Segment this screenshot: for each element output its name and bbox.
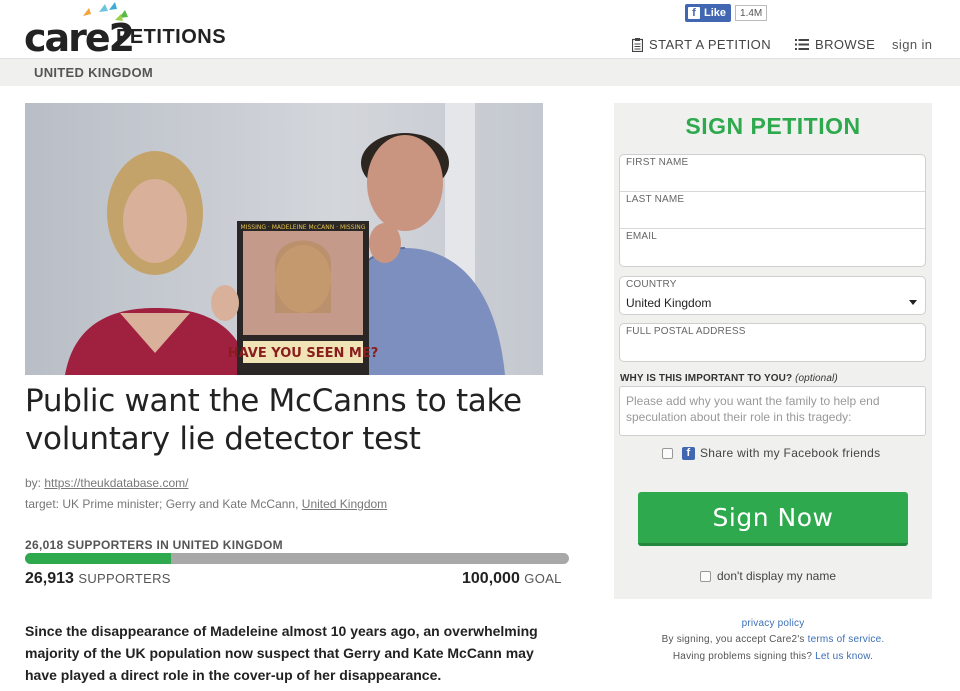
- dont-display-row[interactable]: don't display my name: [700, 569, 836, 583]
- postal-address-field[interactable]: FULL POSTAL ADDRESS: [620, 324, 925, 361]
- svg-text:HAVE YOU SEEN ME?: HAVE YOU SEEN ME?: [228, 346, 379, 361]
- first-name-label: FIRST NAME: [626, 157, 689, 168]
- postal-address-label: FULL POSTAL ADDRESS: [626, 326, 746, 337]
- goal-word: GOAL: [524, 571, 562, 586]
- supporters-progress-bar: [25, 553, 569, 564]
- share-facebook-checkbox[interactable]: [662, 447, 673, 459]
- why-optional-text: (optional): [795, 373, 838, 384]
- facebook-like-button[interactable]: f Like: [685, 4, 732, 22]
- petition-title: Public want the McCanns to take voluntar…: [25, 383, 522, 457]
- facebook-like-widget[interactable]: f Like 1.4M: [685, 4, 768, 22]
- dont-display-checkbox[interactable]: [700, 570, 711, 582]
- why-important-label: WHY IS THIS IMPORTANT TO YOU? (optional): [620, 373, 838, 384]
- panel-title: SIGN PETITION: [685, 113, 861, 139]
- nav-sign-in[interactable]: sign in: [892, 37, 932, 52]
- last-name-field[interactable]: LAST NAME: [620, 192, 925, 229]
- list-icon: [795, 39, 809, 50]
- why-placeholder: Please add why you want the family to he…: [626, 394, 880, 424]
- petition-body: Since the disappearance of Madeleine alm…: [25, 623, 538, 683]
- last-name-label: LAST NAME: [626, 194, 685, 205]
- by-label: by:: [25, 476, 42, 490]
- country-group: COUNTRY United Kingdom: [619, 276, 926, 315]
- supporters-count: 26,913 SUPPORTERS: [25, 570, 171, 588]
- facebook-icon: f: [688, 7, 700, 19]
- first-name-field[interactable]: FIRST NAME: [620, 155, 925, 192]
- region-bar: UNITED KINGDOM: [0, 58, 960, 86]
- nav-browse-label: BROWSE: [815, 37, 876, 52]
- progress-fill: [25, 553, 172, 564]
- sign-petition-panel: SIGN PETITION FIRST NAME LAST NAME EMAIL…: [614, 103, 932, 599]
- problems-text: Having problems signing this?: [672, 651, 813, 662]
- why-label-text: WHY IS THIS IMPORTANT TO YOU?: [620, 373, 793, 384]
- name-email-group: FIRST NAME LAST NAME EMAIL: [619, 154, 926, 267]
- privacy-policy-link[interactable]: privacy policy: [742, 618, 805, 629]
- author-link[interactable]: https://theukdatabase.com/: [44, 476, 188, 490]
- logo-petitions: PETITIONS: [116, 26, 227, 48]
- country-select[interactable]: COUNTRY United Kingdom: [620, 277, 925, 314]
- supporters-word: SUPPORTERS: [78, 571, 171, 586]
- chevron-down-icon: [909, 300, 917, 305]
- target-label: target: UK Prime minister; Gerry and Kat…: [25, 497, 299, 511]
- like-count: 1.4M: [735, 5, 768, 21]
- country-supporters: 26,018 SUPPORTERS IN UNITED KINGDOM: [25, 538, 283, 552]
- goal-number: 100,000: [462, 570, 520, 587]
- sign-now-button[interactable]: Sign Now: [638, 492, 908, 546]
- terms-of-service-link[interactable]: terms of service.: [808, 634, 885, 645]
- terms-row: By signing, you accept Care2's terms of …: [614, 634, 932, 645]
- share-facebook-label: Share with my Facebook friends: [700, 446, 881, 460]
- email-field[interactable]: EMAIL: [620, 229, 925, 266]
- privacy-policy-row: privacy policy: [614, 618, 932, 629]
- like-label: Like: [704, 7, 727, 19]
- country-label: COUNTRY: [626, 279, 677, 290]
- nav-start-label: START A PETITION: [649, 37, 771, 52]
- facebook-icon: f: [682, 446, 695, 460]
- problems-row: Having problems signing this? Let us kno…: [614, 651, 932, 662]
- address-group: FULL POSTAL ADDRESS: [619, 323, 926, 362]
- supporters-number: 26,913: [25, 570, 74, 587]
- country-value: United Kingdom: [626, 296, 712, 310]
- petition-hero-image: HAVE YOU SEEN ME? MISSING · MADELEINE Mc…: [25, 103, 543, 375]
- by-signing-text: By signing, you accept Care2's: [661, 634, 805, 645]
- nav-start-petition[interactable]: START A PETITION: [632, 37, 771, 52]
- why-important-textarea[interactable]: Please add why you want the family to he…: [619, 386, 926, 436]
- clipboard-icon: [632, 37, 643, 52]
- petition-target: target: UK Prime minister; Gerry and Kat…: [25, 497, 387, 511]
- region-label: UNITED KINGDOM: [34, 65, 154, 80]
- svg-text:MISSING · MADELEINE McCANN · M: MISSING · MADELEINE McCANN · MISSING: [241, 224, 366, 231]
- let-us-know-link[interactable]: Let us know.: [815, 651, 873, 662]
- site-header: care2 PETITIONS f Like 1.4M START A PETI…: [0, 0, 960, 58]
- goal-count: 100,000 GOAL: [462, 570, 562, 588]
- email-label: EMAIL: [626, 231, 658, 242]
- share-facebook-row[interactable]: f Share with my Facebook friends: [662, 446, 880, 460]
- dont-display-label: don't display my name: [717, 569, 837, 583]
- nav-browse[interactable]: BROWSE: [795, 37, 875, 52]
- petition-author: by: https://theukdatabase.com/: [25, 476, 188, 490]
- photo-icon: HAVE YOU SEEN ME? MISSING · MADELEINE Mc…: [25, 103, 543, 375]
- target-country-link[interactable]: United Kingdom: [302, 497, 387, 511]
